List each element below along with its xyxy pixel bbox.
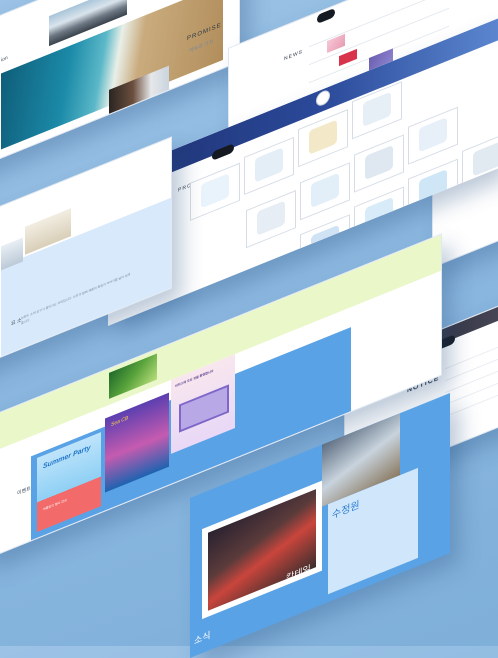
news-title: NEWS — [284, 48, 303, 63]
summer-party-note: 여름맞이 행사 안내 — [43, 497, 67, 512]
product-thumb — [363, 91, 391, 127]
welcome-screen-graphic — [179, 384, 229, 433]
product-thumb — [257, 200, 285, 236]
news-header-gradient — [379, 0, 498, 2]
product-thumb — [309, 119, 337, 155]
product-thumb — [311, 172, 339, 208]
product-thumb — [201, 173, 229, 209]
product-tile[interactable] — [354, 186, 404, 245]
cocktail-label-3: 소식 — [194, 629, 211, 647]
product-thumb — [365, 196, 393, 233]
news-nav-pill[interactable] — [317, 7, 335, 25]
promise-side-label: ion — [1, 54, 8, 64]
notice-row[interactable] — [445, 341, 498, 370]
product-tile[interactable] — [408, 106, 458, 165]
product-tile[interactable] — [246, 190, 296, 249]
product-tile[interactable] — [300, 214, 350, 273]
product-tile[interactable] — [244, 136, 294, 196]
product-thumb — [419, 117, 447, 153]
product-thumb — [255, 147, 283, 183]
sea-banner-title: Sea CB — [111, 415, 129, 429]
product-thumb — [311, 224, 339, 260]
product-thumb — [365, 144, 393, 181]
product-tile[interactable] — [354, 134, 404, 193]
summer-party-banner[interactable]: Summer Party 여름맞이 행사 안내 — [37, 432, 101, 532]
event-title: 이벤트 — [17, 485, 31, 498]
gift-blue-panel — [1, 197, 171, 357]
gift-board: 요 소 브랜드 소개 문구가 들어가는 자리입니다. 사진과 함께 제품의 특징… — [0, 136, 172, 374]
product-tile[interactable] — [300, 162, 350, 221]
product-tile[interactable] — [190, 162, 240, 221]
